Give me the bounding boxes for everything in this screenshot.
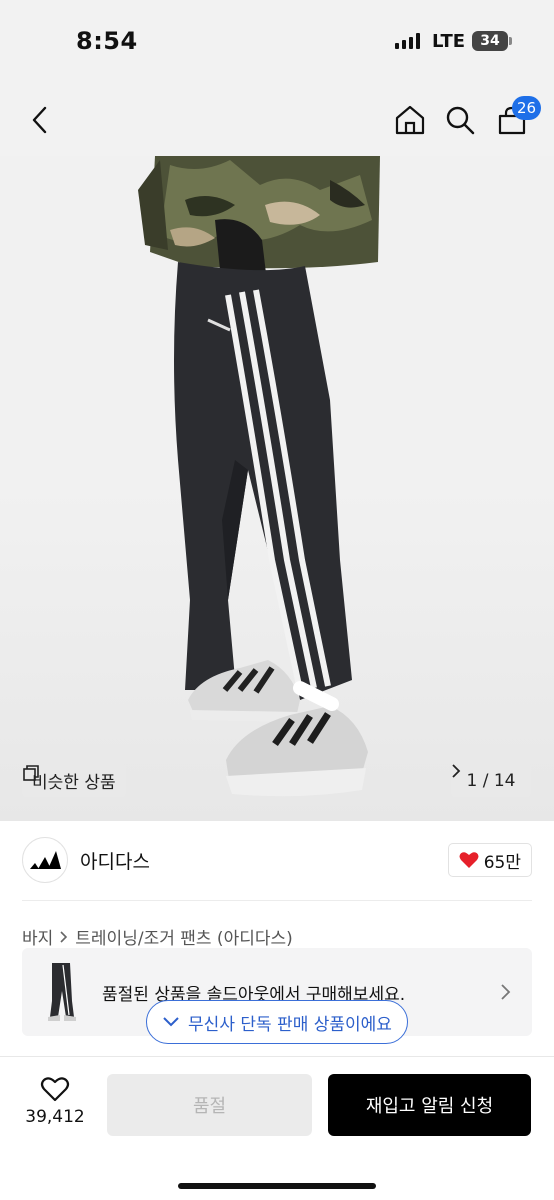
brand-logo[interactable] (22, 837, 68, 883)
restock-alert-button[interactable]: 재입고 알림 신청 (328, 1074, 531, 1136)
page-counter-text: 1 / 14 (466, 770, 516, 791)
chevron-right-icon (501, 984, 511, 1000)
chevron-down-icon (163, 1017, 179, 1027)
similar-products-label: 비슷한 상품 (32, 773, 116, 793)
bottom-action-bar: 39,412 품절 재입고 알림 신청 (0, 1056, 554, 1200)
chevron-left-icon (32, 106, 47, 134)
product-image-gallery[interactable]: 비슷한 상품 1 / 14 (0, 84, 554, 821)
brand-row: 아디다스 65만 (22, 837, 532, 883)
image-page-counter[interactable]: 1 / 14 (451, 764, 531, 797)
chevron-right-icon (452, 764, 461, 778)
adidas-logo-icon (30, 851, 61, 869)
soldout-product-thumbnail (38, 961, 86, 1023)
search-icon (446, 106, 475, 135)
brand-like-button[interactable]: 65만 (447, 843, 532, 877)
breadcrumb-item-pants[interactable]: 바지 (22, 924, 53, 949)
chevron-right-icon (60, 930, 68, 943)
wishlist-button[interactable]: 39,412 (22, 1075, 88, 1127)
similar-icon (23, 765, 39, 781)
status-time: 8:54 (76, 27, 138, 55)
search-button[interactable] (438, 94, 482, 146)
back-button[interactable] (18, 94, 62, 146)
top-navigation: 26 (0, 84, 554, 156)
section-divider (22, 900, 532, 901)
brand-like-count: 65만 (483, 852, 521, 873)
home-icon (395, 105, 425, 135)
breadcrumb-item-category[interactable]: 트레이닝/조거 팬츠 (아디다스) (75, 924, 292, 949)
signal-icon (395, 33, 420, 49)
soldout-button: 품절 (107, 1074, 312, 1136)
wishlist-count: 39,412 (25, 1107, 85, 1127)
status-bar: 8:54 LTE 34 (0, 0, 554, 84)
exclusive-badge-text: 무신사 단독 판매 상품이에요 (188, 1014, 392, 1035)
home-indicator (178, 1183, 376, 1189)
heart-filled-icon (459, 852, 479, 868)
battery-icon: 34 (472, 31, 508, 51)
battery-tip (509, 37, 512, 45)
product-photo (138, 156, 380, 797)
breadcrumb: 바지 트레이닝/조거 팬츠 (아디다스) (22, 924, 293, 949)
cart-button[interactable]: 26 (490, 94, 542, 146)
exclusive-product-badge[interactable]: 무신사 단독 판매 상품이에요 (146, 1000, 408, 1044)
network-type: LTE (432, 31, 466, 52)
cart-count-badge: 26 (512, 96, 542, 120)
heart-outline-icon (40, 1077, 70, 1102)
brand-name[interactable]: 아디다스 (80, 847, 150, 874)
similar-products-button[interactable]: 비슷한 상품 (22, 764, 126, 797)
home-button[interactable] (388, 94, 432, 146)
